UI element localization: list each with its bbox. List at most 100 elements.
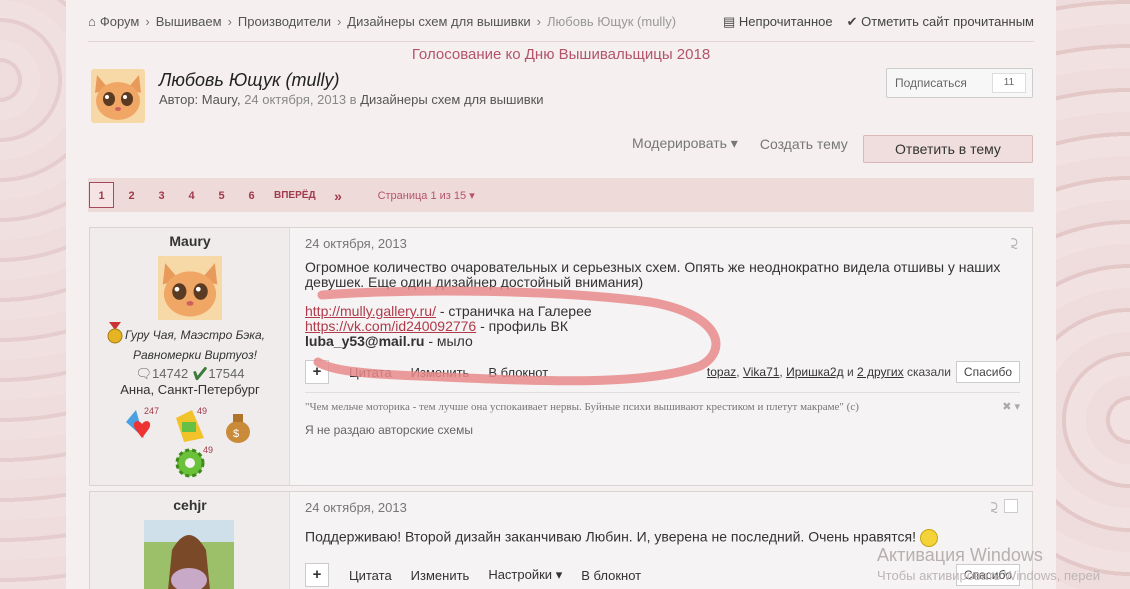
chevron-right-icon: › [145,14,150,29]
select-post-checkbox[interactable] [1004,499,1018,513]
topic-author-link[interactable]: Maury [202,92,237,107]
breadcrumb-embroidery[interactable]: Вышиваем [156,14,222,29]
post-date[interactable]: 24 октября, 2013 [305,236,407,251]
page-3[interactable]: 3 [149,182,174,208]
edit-button[interactable]: Изменить [411,365,470,380]
edit-button[interactable]: Изменить [411,568,470,583]
announcement-banner[interactable]: Голосование ко Дню Вышивальщицы 2018 [66,46,1056,63]
award-count: 49 [197,406,208,416]
page-5[interactable]: 5 [209,182,234,208]
liker-link[interactable]: topaz [707,365,736,379]
post-links: http://mully.gallery.ru/ - страничка на … [305,304,592,349]
signature-line: Я не раздаю авторские схемы [305,423,473,437]
and-text: и [846,365,854,379]
breadcrumb-designers[interactable]: Дизайнеры схем для вышивки [347,14,530,29]
follow-button[interactable]: Подписаться 11 [886,68,1033,98]
home-icon: ⌂ [88,14,96,29]
post-author-name[interactable]: cehjr [90,497,290,513]
caret-down-icon: ▾ [555,567,563,582]
post-date[interactable]: 24 октября, 2013 [305,500,407,515]
mark-read-link[interactable]: ✔ Отметить сайт прочитанным [847,14,1034,30]
page-4[interactable]: 4 [179,182,204,208]
last-page-button[interactable]: » [326,182,351,208]
windows-activation-subtitle: Чтобы активировать Windows, перей [877,568,1101,583]
multiquote-button[interactable]: + [305,360,329,384]
in-text: в [349,92,357,107]
award-count: 49 [203,445,214,455]
page-jump-dropdown[interactable]: Страница 1 из 15 ▾ [378,189,475,202]
notebook-button[interactable]: В блокнот [581,568,641,583]
check-icon: ✔ [191,366,209,381]
notebook-button[interactable]: В блокнот [488,365,548,380]
gallery-link[interactable]: http://mully.gallery.ru/ [305,303,436,319]
author-prefix: Автор: [159,92,199,107]
svg-text:$: $ [233,428,239,440]
quote-button[interactable]: Цитата [349,365,392,380]
post-author-name[interactable]: Maury [90,233,290,249]
quote-button[interactable]: Цитата [349,568,392,583]
liker-link[interactable]: Иришка2д [786,365,844,379]
post-author-panel: Maury Гуру Чая, Маэстро Бэка, Равномерки [90,228,290,485]
post-text-content: Поддерживаю! Второй дизайн заканчиваю Лю… [305,528,916,545]
signature: "Чем мельче моторика - тем лучше она усп… [305,392,1020,413]
others-link[interactable]: 2 других [857,365,904,379]
topic-forum-link[interactable]: Дизайнеры схем для вышивки [360,92,543,107]
close-icon[interactable]: ✖ ▾ [1002,400,1020,413]
breadcrumb-current: Любовь Ющук (mully) [547,14,677,29]
follow-count: 11 [992,73,1026,93]
member-location: Анна, Санкт-Петербург [120,382,260,397]
liked-by: topaz, Vika71, Иришка2д и 2 других сказа… [707,361,1020,383]
link-desc: - страничка на Галерее [435,303,592,319]
money-bag-icon[interactable]: $ [220,408,256,444]
multiquote-button[interactable]: + [305,563,329,587]
forum-page: ⌂ Форум › Вышиваем › Производители › Диз… [66,0,1056,589]
said-text: сказали [906,365,951,379]
share-icon[interactable]: ⫈ [990,500,998,516]
page-6[interactable]: 6 [239,182,264,208]
moderate-label: Модерировать [632,135,727,151]
moderate-dropdown[interactable]: Модерировать ▾ [632,135,738,152]
unread-icon: ▤ [723,14,739,29]
caret-down-icon: ▾ [730,135,738,151]
unread-link[interactable]: ▤ Непрочитанное [723,14,833,30]
post-text: Огромное количество очаровательных и сер… [305,259,1001,290]
topic-date: 24 октября, 2013 [244,92,347,107]
windows-activation-watermark: Активация Windows [877,545,1043,565]
link-desc: - мыло [424,333,473,349]
caret-down-icon: ▾ [469,189,475,202]
avatar[interactable] [144,520,234,589]
liker-link[interactable]: Vika71 [743,365,779,379]
settings-label: Настройки [488,567,553,582]
avatar[interactable] [158,256,222,320]
check-icon: ✔ [846,14,862,29]
create-topic-link[interactable]: Создать тему [760,136,848,152]
breadcrumb-producers[interactable]: Производители [238,14,331,29]
page-1[interactable]: 1 [89,182,114,208]
post-controls: + Цитата Изменить В блокнот topaz, Vika7… [305,360,1020,384]
comment-icon: 🗨 [135,366,153,381]
reputation-count: 17544 [208,366,245,381]
background-ornament-left [0,0,70,589]
settings-dropdown[interactable]: Настройки ▾ [488,567,562,583]
next-page-button[interactable]: ВПЕРЁД [269,182,321,208]
breadcrumb-forum[interactable]: Форум [100,14,140,29]
reply-button[interactable]: Ответить в тему [863,135,1033,163]
breadcrumb: ⌂ Форум › Вышиваем › Производители › Диз… [88,14,1034,42]
page-2[interactable]: 2 [119,182,144,208]
share-icon[interactable]: ⫈ [1010,236,1018,252]
follow-label: Подписаться [895,76,967,90]
member-rank: Гуру Чая, Маэстро Бэка, Равномерки Вирту… [125,328,265,362]
chevron-right-icon: › [227,14,232,29]
vk-link[interactable]: https://vk.com/id240092776 [305,318,476,334]
link-desc: - профиль ВК [476,318,569,334]
award-count: 247 [144,406,160,416]
post: Maury Гуру Чая, Маэстро Бэка, Равномерки [89,227,1033,486]
topic-actions: Модерировать ▾ Создать тему [632,135,848,152]
chevron-right-icon: › [336,14,342,29]
thanks-button[interactable]: Спасибо [955,361,1020,383]
email-text: luba_y53@mail.ru [305,333,425,349]
member-stats: 🗨14742 ✔17544 [90,366,290,382]
topic-title: Любовь Ющук (mully) [159,70,340,90]
background-ornament-right [1056,0,1130,589]
topic-author-avatar[interactable] [91,69,145,123]
